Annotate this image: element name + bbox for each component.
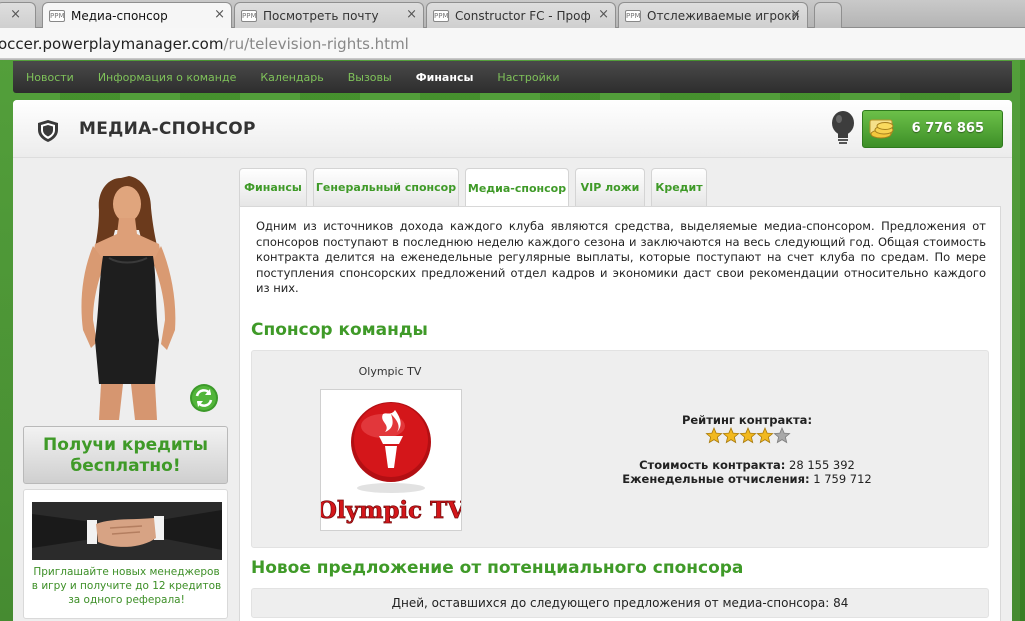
main-panel: МЕДИА-СПОНСОР 6 776 865 Получи кредиты б… <box>13 100 1012 621</box>
contract-value-label: Стоимость контракта: <box>639 458 786 472</box>
days-until-offer: Дней, оставшихся до следующего предложен… <box>251 588 989 618</box>
free-credits-line1: Получи кредиты <box>42 435 209 455</box>
star-empty-icon <box>773 427 791 444</box>
browser-tab-media-sponsor[interactable]: PPM Медиа-спонсор × <box>42 2 232 28</box>
favicon-icon: PPM <box>625 9 641 22</box>
refresh-icon[interactable] <box>189 383 219 413</box>
url-host: occer.powerplaymanager.com <box>0 35 224 53</box>
weekly-payment-label: Еженедельные отчисления: <box>622 472 810 486</box>
site-navigation: Новости Информация о команде Календарь В… <box>13 61 1012 93</box>
url-text[interactable]: occer.powerplaymanager.com/ru/television… <box>0 35 409 53</box>
sponsor-name: Olympic TV <box>358 365 422 378</box>
browser-tab-title: Медиа-спонсор <box>71 8 168 23</box>
nav-item-settings[interactable]: Настройки <box>497 71 559 84</box>
referral-promo[interactable]: Приглашайте новых менеджеров в игру и по… <box>23 489 228 619</box>
browser-tab-mail[interactable]: PPM Посмотреть почту × <box>234 2 424 28</box>
close-icon[interactable]: × <box>598 7 609 22</box>
handshake-image <box>32 502 222 560</box>
tab-general-sponsor[interactable]: Генеральный спонсор <box>313 168 459 206</box>
shield-icon <box>38 120 58 142</box>
browser-tab-title: Отслеживаемые игроки <box>647 8 800 23</box>
url-path: /ru/television-rights.html <box>223 35 409 53</box>
nav-item-challenges[interactable]: Вызовы <box>348 71 392 84</box>
weekly-payment-row: Еженедельные отчисления: 1 759 712 <box>572 472 922 486</box>
tab-vip-boxes[interactable]: VIP ложи <box>575 168 645 206</box>
favicon-icon: PPM <box>433 9 449 22</box>
sponsor-section-title: Спонсор команды <box>251 320 428 340</box>
favicon-icon: PPM <box>241 9 257 22</box>
tab-finance[interactable]: Финансы <box>239 168 307 206</box>
sponsor-logo: Olympic TV <box>316 389 467 531</box>
new-tab-button[interactable] <box>814 2 842 28</box>
sponsor-logo-text: Olympic TV <box>321 497 461 524</box>
star-filled-icon <box>705 427 723 444</box>
free-credits-line2: бесплатно! <box>70 456 181 476</box>
star-filled-icon <box>756 427 774 444</box>
contract-value-row: Стоимость контракта: 28 155 392 <box>572 458 922 472</box>
browser-tab-tracked-players[interactable]: PPM Отслеживаемые игроки × <box>618 2 808 28</box>
browser-tab-title: Constructor FC - Профиль <box>455 8 590 23</box>
close-icon[interactable]: × <box>10 7 21 22</box>
referral-text: Приглашайте новых менеджеров в игру и по… <box>31 566 222 606</box>
credits-balance-button[interactable]: 6 776 865 <box>862 110 1003 148</box>
intro-text: Одним из источников дохода каждого клуба… <box>256 219 986 295</box>
star-filled-icon <box>739 427 757 444</box>
tab-media-sponsor[interactable]: Медиа-спонсор <box>465 168 569 207</box>
weekly-payment-value: 1 759 712 <box>813 472 872 486</box>
nav-item-news[interactable]: Новости <box>26 71 74 84</box>
favicon-icon: PPM <box>49 9 65 22</box>
address-bar[interactable]: occer.powerplaymanager.com/ru/television… <box>0 28 1025 60</box>
close-icon[interactable]: × <box>790 7 801 22</box>
manager-assistant-portrait <box>81 176 176 420</box>
media-sponsor-content: Одним из источников дохода каждого клуба… <box>239 206 1001 621</box>
close-icon[interactable]: × <box>406 7 417 22</box>
tab-credit[interactable]: Кредит <box>651 168 707 206</box>
contract-rating-label: Рейтинг контракта: <box>681 413 813 427</box>
browser-tab-profile[interactable]: PPM Constructor FC - Профиль × <box>426 2 616 28</box>
coins-icon <box>869 119 894 139</box>
close-icon[interactable]: × <box>214 7 225 22</box>
page-header: МЕДИА-СПОНСОР 6 776 865 <box>13 100 1012 158</box>
days-until-offer-value: 84 <box>833 596 849 610</box>
browser-tab-previous[interactable]: × <box>0 2 36 28</box>
current-sponsor-card: Olympic TV Olympic TV Рейтинг контракта:… <box>251 350 989 548</box>
days-until-offer-label: Дней, оставшихся до следующего предложен… <box>391 596 830 610</box>
offer-section-title: Новое предложение от потенциального спон… <box>251 558 744 578</box>
nav-item-finance[interactable]: Финансы <box>416 71 474 84</box>
star-filled-icon <box>722 427 740 444</box>
credits-amount: 6 776 865 <box>911 121 984 136</box>
nav-item-calendar[interactable]: Календарь <box>260 71 323 84</box>
browser-tab-title: Посмотреть почту <box>263 8 379 23</box>
free-credits-button[interactable]: Получи кредиты бесплатно! <box>23 426 228 484</box>
nav-item-team-info[interactable]: Информация о команде <box>98 71 237 84</box>
page-title: МЕДИА-СПОНСОР <box>79 119 256 139</box>
contract-rating-stars <box>705 427 791 444</box>
address-bar-divider <box>0 58 1025 59</box>
browser-tab-bar: × PPM Медиа-спонсор × PPM Посмотреть поч… <box>0 0 1025 28</box>
contract-value: 28 155 392 <box>789 458 855 472</box>
torch-logo-icon: Olympic TV <box>316 402 467 524</box>
lightbulb-icon[interactable] <box>830 110 856 146</box>
